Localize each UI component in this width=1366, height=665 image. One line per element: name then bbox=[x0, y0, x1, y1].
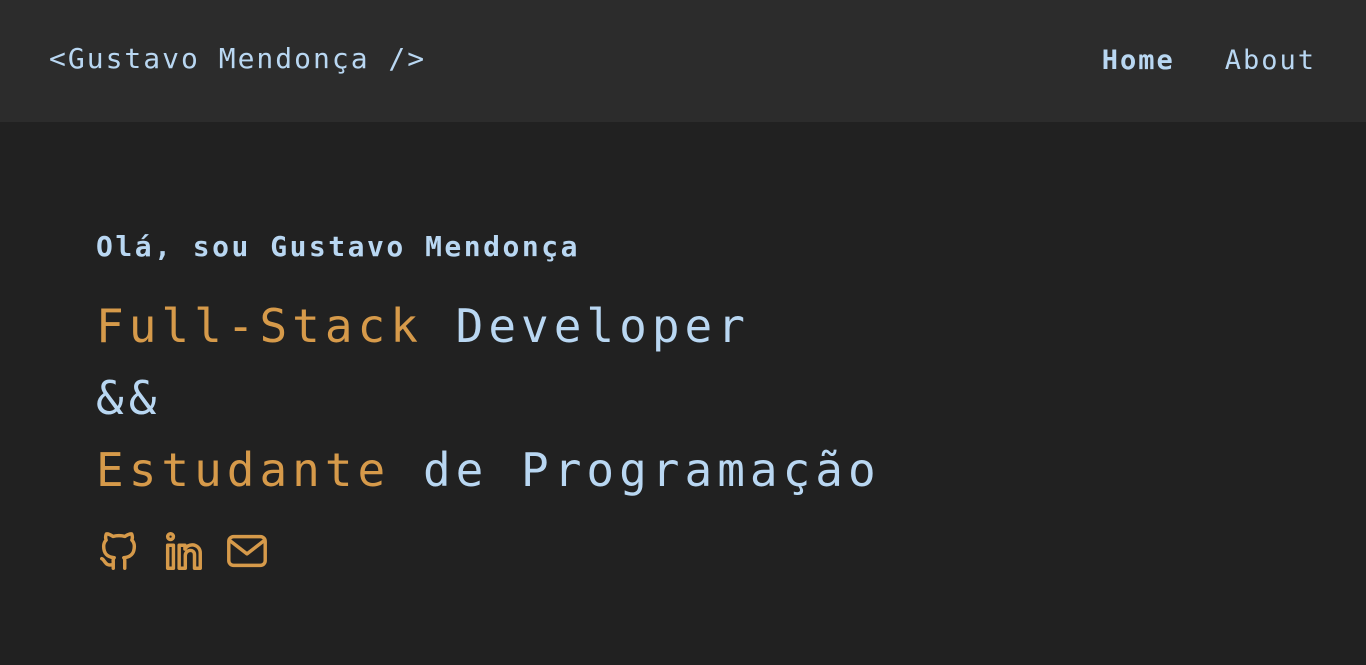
linkedin-link[interactable] bbox=[160, 528, 206, 574]
social-links bbox=[96, 528, 270, 574]
email-link[interactable] bbox=[224, 528, 270, 574]
brand-logo[interactable]: <Gustavo Mendonça /> bbox=[49, 40, 426, 78]
headline-line-1-rest: Developer bbox=[422, 299, 750, 353]
hero-headline: Full-Stack Developer && Estudante de Pro… bbox=[96, 290, 881, 506]
headline-line-1-accent: Full-Stack bbox=[96, 299, 423, 353]
nav-link-home[interactable]: Home bbox=[1102, 42, 1175, 80]
headline-line-3-rest: de Programação bbox=[390, 443, 881, 497]
headline-line-3-accent: Estudante bbox=[96, 443, 391, 497]
headline-line-2: && bbox=[96, 371, 162, 425]
linkedin-icon bbox=[165, 532, 202, 570]
mail-icon bbox=[227, 534, 267, 568]
navbar: <Gustavo Mendonça /> Home About bbox=[0, 0, 1366, 122]
github-link[interactable] bbox=[96, 528, 142, 574]
github-icon bbox=[100, 532, 137, 570]
hero-section: Olá, sou Gustavo Mendonça Full-Stack Dev… bbox=[96, 226, 881, 506]
headline-line-3: Estudante de Programação bbox=[96, 434, 881, 506]
nav-link-about[interactable]: About bbox=[1225, 42, 1316, 80]
nav-links: Home About bbox=[1102, 42, 1316, 80]
hero-greeting: Olá, sou Gustavo Mendonça bbox=[96, 230, 580, 263]
headline-line-1: Full-Stack Developer bbox=[96, 290, 881, 362]
